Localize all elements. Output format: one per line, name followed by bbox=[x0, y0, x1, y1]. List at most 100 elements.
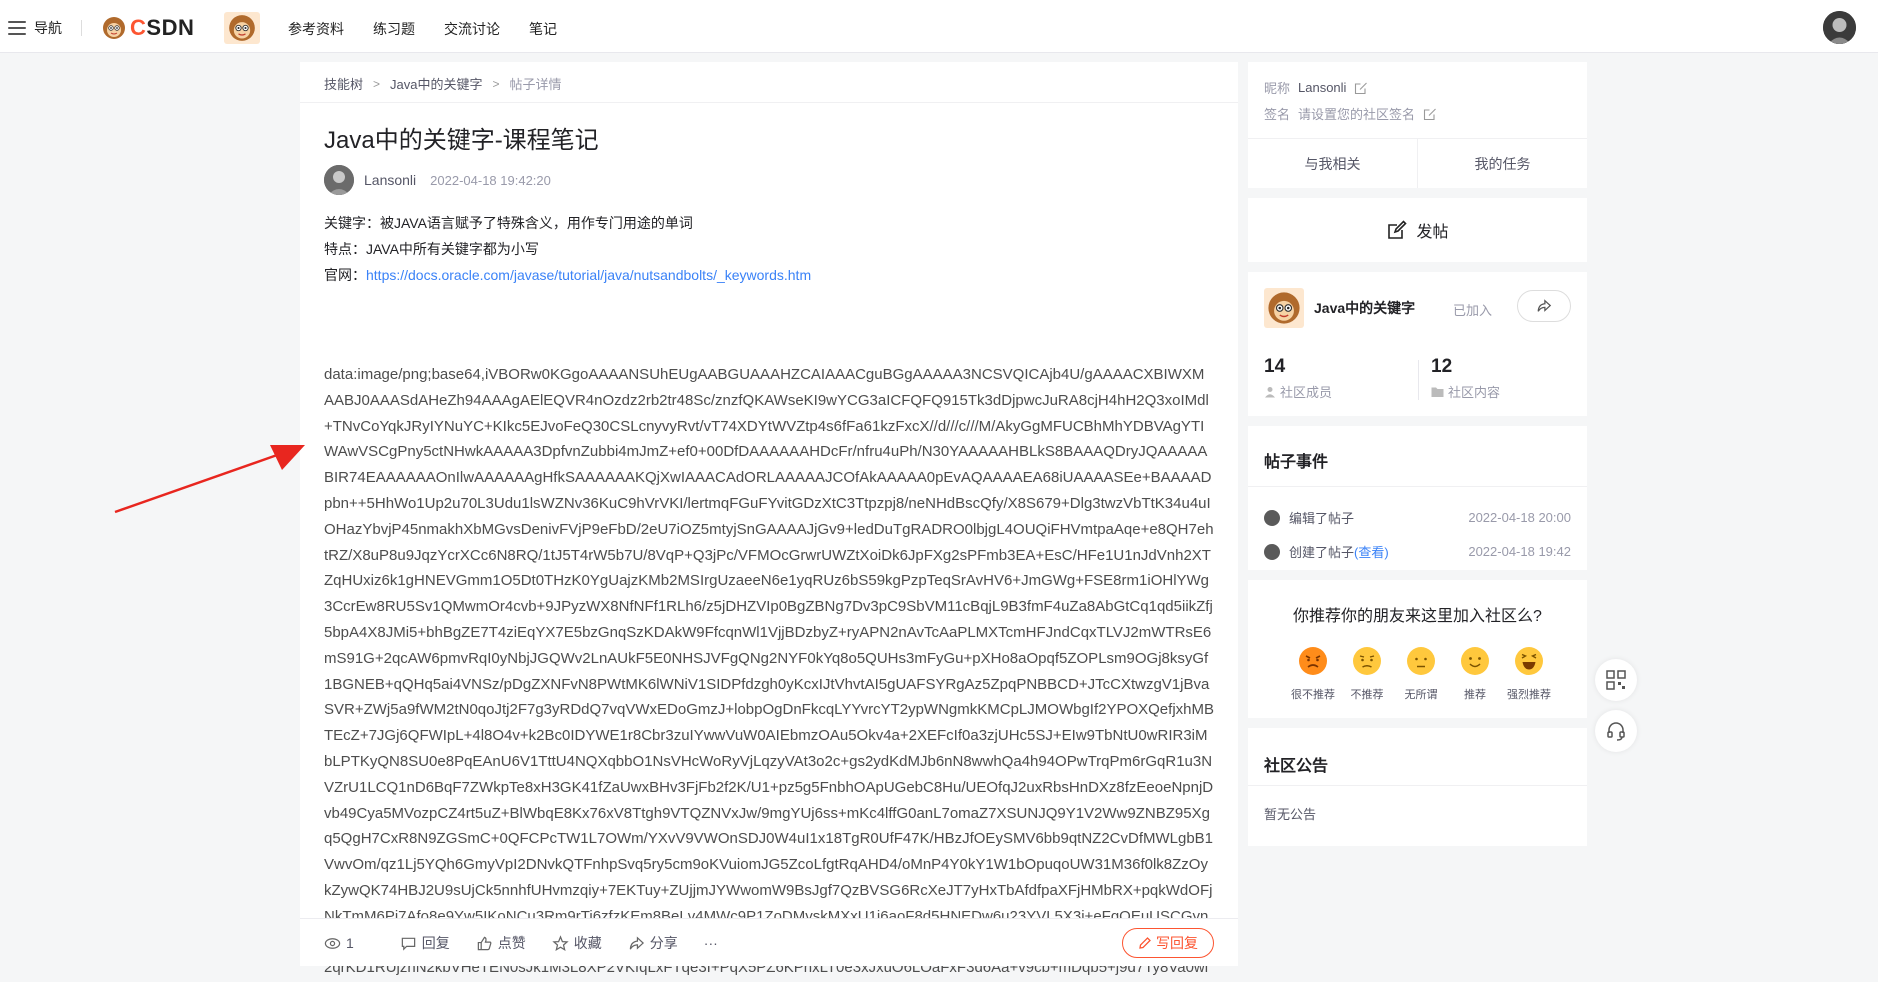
base64-text: data:image/png;base64,iVBORw0KGgoAAAANSU… bbox=[324, 366, 1214, 977]
qrcode-button[interactable] bbox=[1595, 659, 1637, 701]
option-label: 强烈推荐 bbox=[1507, 689, 1551, 701]
option-recommend[interactable]: 推荐 bbox=[1455, 646, 1495, 702]
community-name: Java中的关键字 bbox=[1314, 300, 1416, 316]
post-action-bar: 1 回复 点赞 收藏 分享 ··· 写回复 bbox=[300, 918, 1238, 966]
announcement-title: 社区公告 bbox=[1264, 758, 1329, 775]
pencil-icon bbox=[1139, 937, 1151, 949]
nickname-value: Lansonli bbox=[1298, 80, 1347, 95]
mascot-icon bbox=[103, 17, 125, 39]
recommend-options: 很不推荐 不推荐 无所谓 推荐 强烈推荐 bbox=[1291, 646, 1551, 702]
edit-icon[interactable] bbox=[1354, 81, 1368, 95]
edit-square-icon bbox=[1388, 220, 1408, 239]
author-info: Lansonli 2022-04-18 19:42:20 bbox=[324, 165, 551, 195]
customer-service-button[interactable] bbox=[1595, 710, 1637, 752]
divider bbox=[300, 102, 1238, 103]
community-logo bbox=[1264, 288, 1304, 328]
folder-icon bbox=[1431, 387, 1444, 397]
share-action[interactable]: 分享 bbox=[628, 933, 678, 953]
events-title: 帖子事件 bbox=[1264, 454, 1329, 471]
announcement-card: 社区公告 暂无公告 bbox=[1248, 728, 1587, 846]
menu-item-exercises[interactable]: 练习题 bbox=[373, 19, 415, 39]
menu-item-notes[interactable]: 笔记 bbox=[529, 19, 557, 39]
community-avatar[interactable] bbox=[224, 12, 260, 44]
signature-placeholder: 请设置您的社区签名 bbox=[1298, 107, 1416, 122]
menu-item-discussion[interactable]: 交流讨论 bbox=[444, 19, 500, 39]
option-strongly-recommend[interactable]: 强烈推荐 bbox=[1507, 646, 1551, 702]
option-strongly-not-recommend[interactable]: 很不推荐 bbox=[1291, 646, 1335, 702]
option-neutral[interactable]: 无所谓 bbox=[1401, 646, 1441, 702]
share-icon bbox=[1537, 299, 1552, 312]
content-stat[interactable]: 12 社区内容 bbox=[1431, 356, 1500, 401]
headset-icon bbox=[1607, 722, 1625, 741]
action-list: 1 回复 点赞 收藏 分享 ··· bbox=[324, 933, 718, 953]
user-avatar[interactable] bbox=[1823, 11, 1856, 44]
star-icon bbox=[552, 934, 569, 951]
divider bbox=[1248, 486, 1587, 487]
share-icon bbox=[629, 935, 644, 950]
collect-action[interactable]: 收藏 bbox=[552, 933, 602, 953]
csdn-logo[interactable]: CSDN bbox=[102, 15, 194, 41]
menu-item-references[interactable]: 参考资料 bbox=[288, 19, 344, 39]
divider bbox=[1248, 785, 1587, 786]
eye-icon bbox=[324, 937, 341, 949]
website-link[interactable]: https://docs.oracle.com/javase/tutorial/… bbox=[366, 267, 811, 283]
write-reply-button[interactable]: 写回复 bbox=[1122, 928, 1214, 958]
community-card: Java中的关键字 已加入 14 社区成员 12 社区内容 bbox=[1248, 272, 1587, 416]
edit-icon[interactable] bbox=[1423, 107, 1437, 121]
share-button[interactable] bbox=[1517, 290, 1571, 322]
red-arrow-annotation bbox=[114, 445, 305, 514]
collect-label: 收藏 bbox=[573, 935, 602, 951]
option-label: 无所谓 bbox=[1404, 689, 1438, 701]
tab-tasks[interactable]: 我的任务 bbox=[1418, 139, 1587, 188]
avatar-image bbox=[1823, 11, 1856, 44]
joined-status: 已加入 bbox=[1453, 303, 1493, 318]
author-name[interactable]: Lansonli bbox=[364, 172, 416, 188]
top-menu: 参考资料 练习题 交流讨论 笔记 bbox=[288, 19, 557, 39]
event-item: 创建了帖子 (查看) 2022-04-18 19:42 bbox=[1264, 542, 1571, 561]
option-label: 很不推荐 bbox=[1291, 689, 1335, 701]
profile-tabs: 与我相关 我的任务 bbox=[1248, 138, 1587, 188]
members-label: 社区成员 bbox=[1280, 385, 1333, 400]
post-line-feature: 特点：JAVA中所有关键字都为小写 bbox=[324, 241, 539, 257]
nav-toggle[interactable]: 导航 bbox=[8, 18, 62, 38]
user-icon bbox=[1265, 386, 1275, 397]
new-post-button[interactable]: 发帖 bbox=[1248, 198, 1587, 262]
post-line-website: 官网：https://docs.oracle.com/javase/tutori… bbox=[324, 262, 811, 288]
more-icon[interactable]: ··· bbox=[704, 935, 718, 951]
event-avatar bbox=[1264, 543, 1280, 560]
website-label: 官网： bbox=[324, 267, 366, 283]
content-label: 社区内容 bbox=[1448, 385, 1501, 400]
event-text: 编辑了帖子 bbox=[1289, 511, 1355, 526]
nickname-label: 昵称 bbox=[1264, 81, 1291, 96]
content-count: 12 bbox=[1431, 356, 1453, 377]
avatar-image bbox=[324, 165, 354, 195]
author-avatar[interactable] bbox=[324, 165, 354, 195]
chevron-right-icon: > bbox=[373, 76, 381, 91]
breadcrumb-skill-tree[interactable]: 技能树 bbox=[324, 74, 363, 93]
option-not-recommend[interactable]: 不推荐 bbox=[1347, 646, 1387, 702]
post-intro: 关键字：被JAVA语言赋予了特殊含义，用作专门用途的单词 特点：JAVA中所有关… bbox=[324, 210, 811, 288]
like-label: 点赞 bbox=[497, 935, 526, 951]
hamburger-icon bbox=[8, 21, 26, 35]
breadcrumb-community[interactable]: Java中的关键字 bbox=[390, 74, 482, 93]
post-time: 2022-04-18 19:42:20 bbox=[430, 172, 551, 188]
write-reply-label: 写回复 bbox=[1156, 935, 1198, 951]
tab-related[interactable]: 与我相关 bbox=[1248, 139, 1418, 188]
members-stat[interactable]: 14 社区成员 bbox=[1264, 356, 1332, 401]
post-card: 技能树 > Java中的关键字 > 帖子详情 Java中的关键字-课程笔记 La… bbox=[300, 62, 1238, 976]
chevron-right-icon: > bbox=[492, 76, 500, 91]
like-action[interactable]: 点赞 bbox=[476, 933, 526, 953]
new-post-label: 发帖 bbox=[1416, 224, 1449, 241]
option-label: 不推荐 bbox=[1350, 689, 1384, 701]
nickname-row: 昵称 Lansonli bbox=[1264, 78, 1368, 97]
reply-action[interactable]: 回复 bbox=[400, 933, 450, 953]
community-header[interactable]: Java中的关键字 bbox=[1264, 288, 1415, 328]
event-item: 编辑了帖子 2022-04-18 20:00 bbox=[1264, 508, 1571, 527]
post-events-card: 帖子事件 编辑了帖子 2022-04-18 20:00 创建了帖子 (查看) 2… bbox=[1248, 426, 1587, 570]
view-link[interactable]: (查看) bbox=[1354, 542, 1389, 561]
breadcrumb-current: 帖子详情 bbox=[509, 77, 562, 92]
reply-label: 回复 bbox=[421, 935, 450, 951]
divider bbox=[1418, 360, 1419, 400]
comment-icon bbox=[401, 937, 416, 951]
event-date: 2022-04-18 20:00 bbox=[1468, 510, 1571, 525]
